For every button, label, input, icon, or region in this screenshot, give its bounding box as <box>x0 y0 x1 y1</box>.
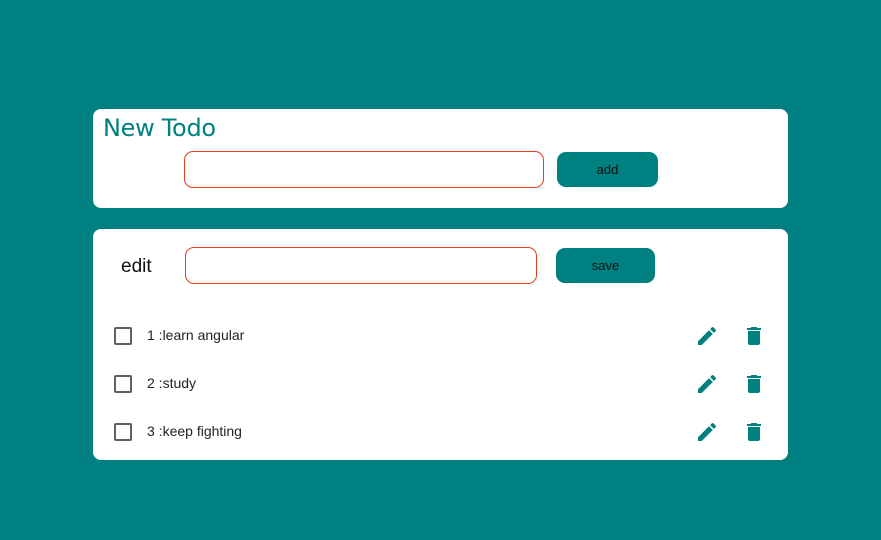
todo-checkbox[interactable] <box>114 327 132 345</box>
trash-icon[interactable] <box>742 372 766 396</box>
todo-text: 2 :study <box>147 375 197 391</box>
new-todo-card: New Todo add <box>93 109 788 208</box>
new-todo-input[interactable] <box>184 151 544 188</box>
trash-icon[interactable] <box>742 324 766 348</box>
pencil-icon[interactable] <box>695 324 719 348</box>
new-todo-title: New Todo <box>103 114 216 142</box>
pencil-icon[interactable] <box>695 420 719 444</box>
trash-icon[interactable] <box>742 420 766 444</box>
add-button[interactable]: add <box>557 152 658 187</box>
todo-checkbox[interactable] <box>114 375 132 393</box>
todo-checkbox[interactable] <box>114 423 132 441</box>
pencil-icon[interactable] <box>695 372 719 396</box>
save-button[interactable]: save <box>556 248 655 283</box>
todo-item: 3 :keep fighting <box>93 412 788 452</box>
todo-item: 1 :learn angular <box>93 316 788 356</box>
todo-text: 3 :keep fighting <box>147 423 242 439</box>
todo-text: 1 :learn angular <box>147 327 245 343</box>
todo-item: 2 :study <box>93 364 788 404</box>
edit-label: edit <box>121 256 152 277</box>
edit-todo-input[interactable] <box>185 247 537 284</box>
todo-list-card: edit save 1 :learn angular 2 :study 3 :k… <box>93 229 788 460</box>
